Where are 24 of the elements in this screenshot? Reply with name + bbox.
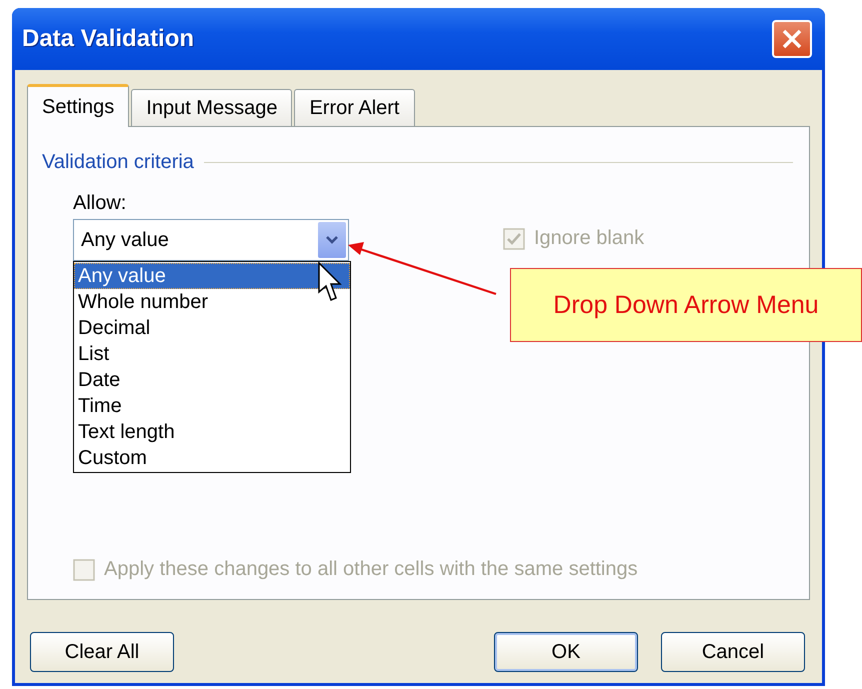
dropdown-option[interactable]: Whole number bbox=[74, 289, 350, 315]
tab[interactable]: Error Alert bbox=[294, 89, 414, 127]
dropdown-option[interactable]: List bbox=[74, 341, 350, 367]
checkbox-label: Ignore blank bbox=[534, 227, 644, 250]
checkbox-label: Apply these changes to all other cells with the same settings bbox=[104, 558, 638, 581]
dropdown-option[interactable]: Decimal bbox=[74, 315, 350, 341]
chevron-icon bbox=[325, 235, 339, 245]
field-label: Allow: bbox=[73, 192, 126, 215]
dropdown-option[interactable]: Any value bbox=[74, 263, 350, 289]
section-title: Validation criteria bbox=[42, 151, 194, 174]
dropdown-option[interactable]: Custom bbox=[74, 445, 350, 471]
close-icon bbox=[781, 28, 803, 50]
dialog-button[interactable]: Cancel bbox=[661, 632, 805, 672]
dropdown-option[interactable]: Time bbox=[74, 393, 350, 419]
dropdown-option[interactable]: Date bbox=[74, 367, 350, 393]
dialog-button[interactable]: OK bbox=[494, 632, 638, 672]
close-button[interactable] bbox=[772, 20, 812, 58]
window-title: Data Validation bbox=[22, 25, 196, 53]
tab[interactable]: Input Message bbox=[131, 89, 292, 127]
dialog-button[interactable]: Clear All bbox=[30, 632, 174, 672]
dropdown-option[interactable]: Text length bbox=[74, 419, 350, 445]
tab[interactable]: Settings bbox=[27, 84, 130, 127]
dropdown-arrow-button[interactable] bbox=[318, 222, 346, 258]
callout-box: Drop Down Arrow Menu bbox=[510, 268, 862, 342]
